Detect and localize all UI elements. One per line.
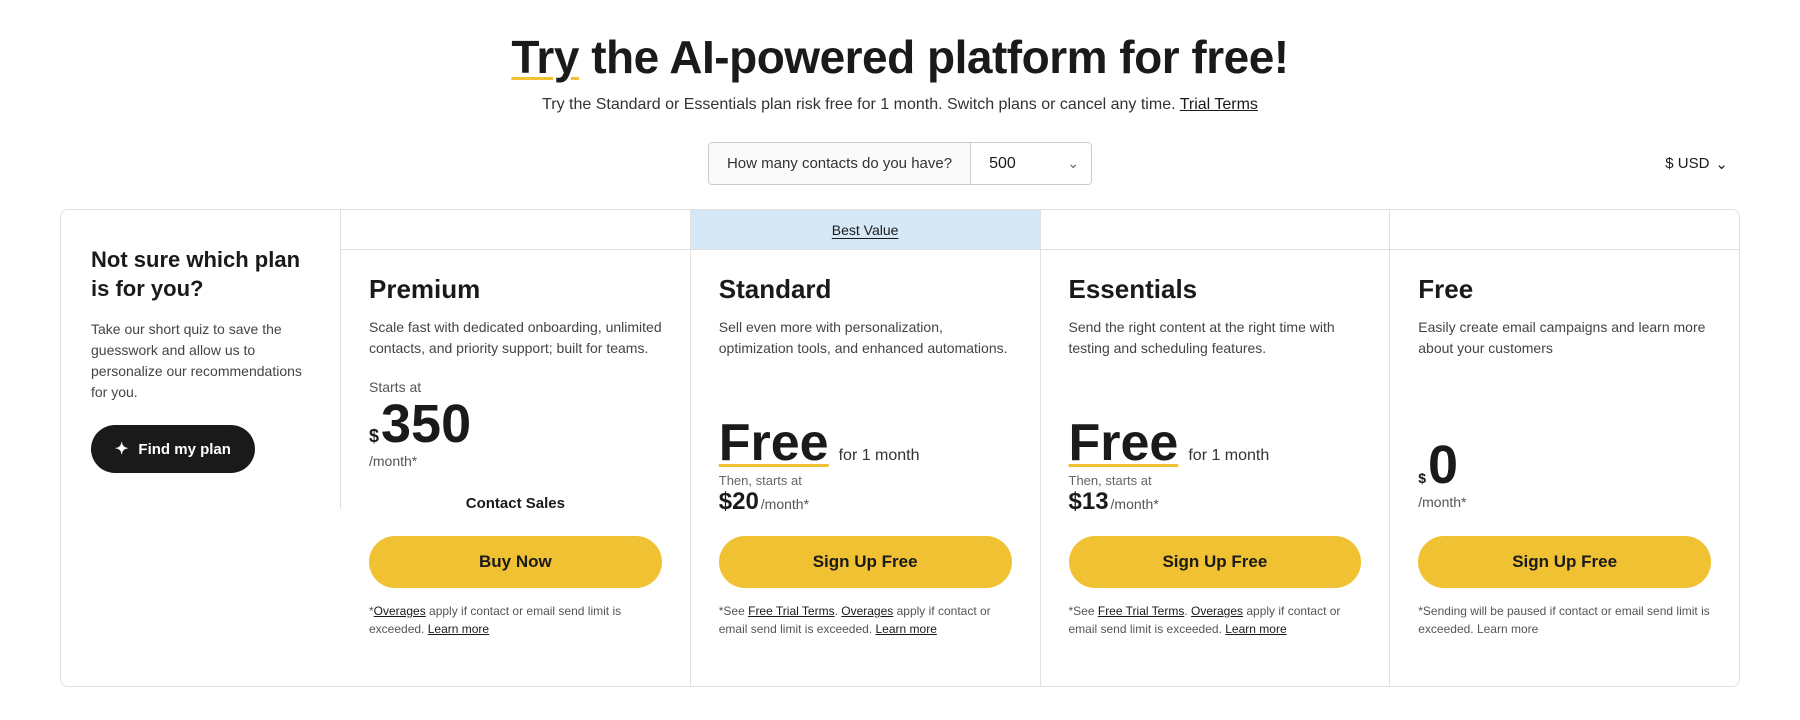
essentials-plan-desc: Send the right content at the right time… — [1069, 317, 1362, 397]
learn-more-link-essentials[interactable]: Learn more — [1225, 622, 1286, 636]
free-price-dollar: $ — [1418, 471, 1426, 485]
trial-terms-link[interactable]: Trial Terms — [1180, 96, 1258, 113]
essentials-plan-name: Essentials — [1069, 274, 1362, 305]
essentials-then-period: /month* — [1111, 496, 1159, 512]
standard-signup-button[interactable]: Sign Up Free — [719, 536, 1012, 588]
main-content: Not sure which plan is for you? Take our… — [60, 209, 1740, 687]
premium-price-amount: 350 — [381, 397, 471, 451]
essentials-banner-placeholder — [1041, 210, 1390, 250]
left-panel-heading: Not sure which plan is for you? — [91, 246, 310, 303]
plan-premium: Premium Scale fast with dedicated onboar… — [341, 210, 691, 686]
chevron-down-icon: ⌄ — [1715, 155, 1728, 173]
free-footnote: *Sending will be paused if contact or em… — [1418, 602, 1711, 638]
overages-link-standard[interactable]: Overages — [841, 604, 893, 618]
learn-more-link[interactable]: Learn more — [428, 622, 489, 636]
free-price-amount: 0 — [1428, 438, 1458, 492]
currency-selector[interactable]: $ USD ⌄ — [1653, 147, 1740, 181]
buy-now-button[interactable]: Buy Now — [369, 536, 662, 588]
premium-banner-placeholder — [341, 210, 690, 250]
free-trial-terms-link-essentials[interactable]: Free Trial Terms — [1098, 604, 1184, 618]
overages-link[interactable]: Overages — [374, 604, 426, 618]
best-value-link[interactable]: Best Value — [832, 222, 899, 238]
essentials-free-suffix: for 1 month — [1188, 447, 1269, 465]
page-header: Try the AI-powered platform for free! Tr… — [60, 30, 1740, 114]
standard-footnote: *See Free Trial Terms. Overages apply if… — [719, 602, 1012, 638]
premium-price-dollar: $ — [369, 427, 379, 445]
left-panel-description: Take our short quiz to save the guesswor… — [91, 319, 310, 403]
standard-free-price: Free — [719, 417, 829, 469]
standard-then-starts: Then, starts at — [719, 473, 1012, 488]
contact-sales-label: Contact Sales — [369, 495, 662, 512]
page-title: Try the AI-powered platform for free! — [60, 30, 1740, 84]
contacts-selector: How many contacts do you have? 500 1,000… — [708, 142, 1092, 185]
best-value-banner: Best Value — [691, 210, 1040, 250]
essentials-then-price: $13 — [1069, 488, 1109, 516]
free-plan-desc: Easily create email campaigns and learn … — [1418, 317, 1711, 418]
plan-standard: Best Value Standard Sell even more with … — [691, 210, 1041, 686]
plan-essentials: Essentials Send the right content at the… — [1041, 210, 1391, 686]
page-subtitle: Try the Standard or Essentials plan risk… — [60, 96, 1740, 114]
contacts-select[interactable]: 500 1,000 2,000 5,000 10,000 25,000 50,0… — [971, 143, 1091, 184]
premium-price-label: Starts at — [369, 379, 662, 395]
standard-then-period: /month* — [761, 496, 809, 512]
standard-then-price: $20 — [719, 488, 759, 516]
standard-plan-name: Standard — [719, 274, 1012, 305]
standard-plan-desc: Sell even more with personalization, opt… — [719, 317, 1012, 397]
learn-more-link-standard[interactable]: Learn more — [876, 622, 937, 636]
left-panel: Not sure which plan is for you? Take our… — [61, 210, 341, 509]
premium-footnote: *Overages apply if contact or email send… — [369, 602, 662, 638]
find-my-plan-button[interactable]: ✦ Find my plan — [91, 425, 255, 473]
free-trial-terms-link[interactable]: Free Trial Terms — [748, 604, 834, 618]
essentials-footnote: *See Free Trial Terms. Overages apply if… — [1069, 602, 1362, 638]
free-price-period: /month* — [1418, 494, 1711, 510]
sparkle-icon: ✦ — [115, 439, 128, 459]
essentials-signup-button[interactable]: Sign Up Free — [1069, 536, 1362, 588]
free-signup-button[interactable]: Sign Up Free — [1418, 536, 1711, 588]
free-plan-name: Free — [1418, 274, 1711, 305]
essentials-then-starts: Then, starts at — [1069, 473, 1362, 488]
premium-plan-name: Premium — [369, 274, 662, 305]
overages-link-essentials[interactable]: Overages — [1191, 604, 1243, 618]
standard-free-suffix: for 1 month — [839, 447, 920, 465]
premium-price-period: /month* — [369, 453, 662, 469]
essentials-free-price: Free — [1069, 417, 1179, 469]
contacts-label: How many contacts do you have? — [709, 143, 971, 184]
free-banner-placeholder — [1390, 210, 1739, 250]
premium-plan-desc: Scale fast with dedicated onboarding, un… — [369, 317, 662, 359]
plan-free: Free Easily create email campaigns and l… — [1390, 210, 1739, 686]
controls-row: How many contacts do you have? 500 1,000… — [60, 142, 1740, 185]
plans-container: Premium Scale fast with dedicated onboar… — [341, 210, 1739, 686]
